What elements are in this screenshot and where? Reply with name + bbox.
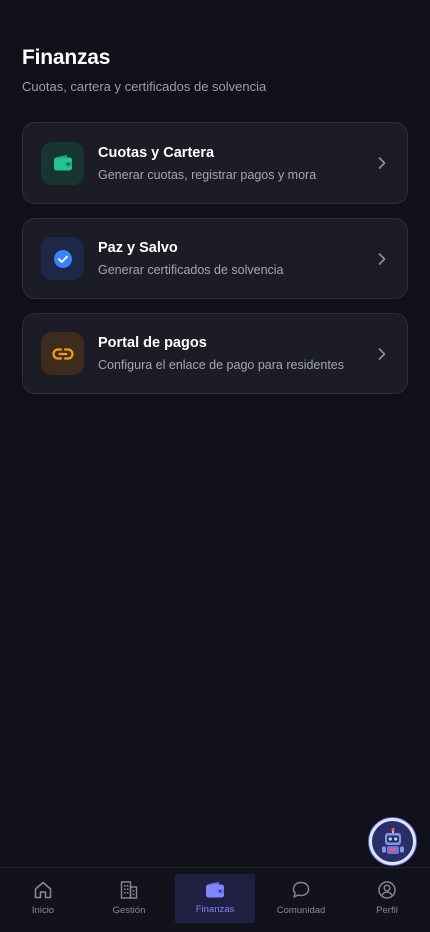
- tab-label: Inicio: [31, 905, 55, 916]
- wallet-icon: [41, 141, 84, 185]
- tab-perfil[interactable]: Perfil: [344, 868, 430, 932]
- card-title: Portal de pagos: [98, 335, 207, 351]
- card-description: Configura el enlace de pago para residen…: [98, 358, 345, 372]
- card-title: Cuotas y Cartera: [98, 144, 215, 161]
- tab-label: Comunidad: [276, 905, 326, 916]
- link-icon: [41, 332, 84, 375]
- tab-label: Gestión: [112, 905, 146, 916]
- card-title: Paz y Salvo: [98, 240, 178, 256]
- home-icon: [34, 881, 52, 899]
- page-subtitle: Cuotas, cartera y certificados de solven…: [22, 79, 267, 94]
- cuotas-cartera-card[interactable]: Cuotas y Cartera Generar cuotas, registr…: [22, 122, 408, 204]
- card-description: Generar certificados de solvencia: [98, 263, 284, 277]
- tab-gestion[interactable]: Gestión: [86, 868, 172, 932]
- chevron-right-icon: [377, 347, 387, 361]
- chevron-right-icon: [377, 252, 387, 266]
- portal-de-pagos-card[interactable]: Portal de pagos Configura el enlace de p…: [22, 313, 408, 394]
- user-circle-icon: [378, 881, 396, 899]
- tab-label: Finanzas: [195, 904, 235, 915]
- page-header: Finanzas Cuotas, cartera y certificados …: [22, 46, 266, 94]
- robot-icon: [381, 827, 404, 854]
- assistant-bot-button[interactable]: [369, 818, 416, 865]
- tab-label: Perfil: [376, 905, 398, 916]
- card-description: Generar cuotas, registrar pagos y mora: [98, 167, 317, 182]
- paz-y-salvo-card[interactable]: Paz y Salvo Generar certificados de solv…: [22, 218, 408, 299]
- chevron-right-icon: [377, 156, 387, 170]
- tab-finanzas[interactable]: Finanzas: [172, 868, 258, 932]
- tab-comunidad[interactable]: Comunidad: [258, 868, 344, 932]
- chat-icon: [292, 881, 310, 898]
- tab-inicio[interactable]: Inicio: [0, 868, 86, 932]
- page-title: Finanzas: [22, 46, 111, 69]
- finance-options-list: Cuotas y Cartera Generar cuotas, registr…: [22, 122, 408, 408]
- check-circle-icon: [41, 237, 84, 280]
- wallet-icon: [206, 882, 224, 898]
- building-icon: [120, 881, 138, 899]
- finanzas-screen: Finanzas Cuotas, cartera y certificados …: [0, 0, 430, 932]
- bottom-tab-bar: Inicio Gestión Finanzas Comunidad Perfil: [0, 867, 430, 932]
